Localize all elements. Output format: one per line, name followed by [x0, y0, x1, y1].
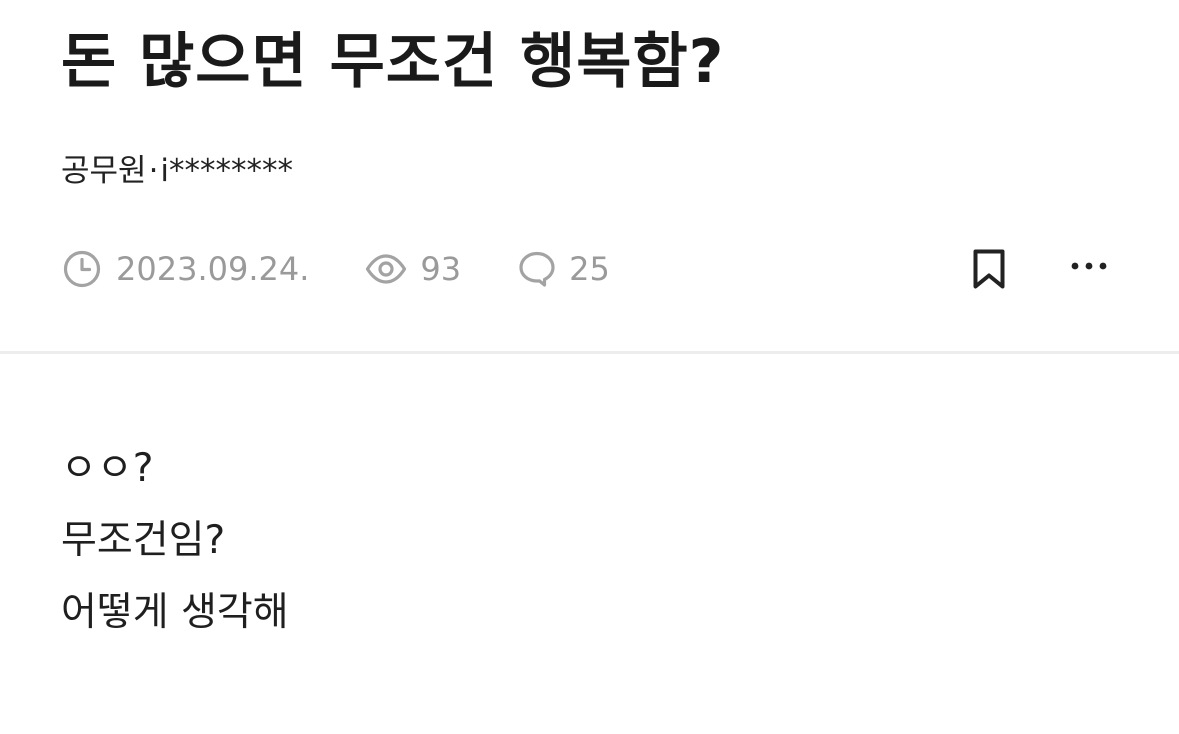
post-views: 93: [365, 250, 461, 288]
content-line: 어떻게 생각해: [61, 590, 289, 635]
post-comments[interactable]: 25: [518, 250, 610, 288]
more-horizontal-icon: [1071, 262, 1107, 270]
content-line: 무조건임?: [61, 518, 226, 563]
section-divider: [0, 351, 1179, 354]
bookmark-button[interactable]: [968, 246, 1010, 292]
author-job: 공무원: [61, 153, 147, 189]
post-views-count: 93: [420, 250, 462, 288]
author-nickname[interactable]: i********: [160, 153, 293, 189]
more-options-button[interactable]: [1066, 248, 1112, 284]
content-line: ㅇㅇ?: [61, 446, 154, 491]
post-content: ㅇㅇ? 무조건임? 어떻게 생각해: [61, 433, 289, 649]
post-comments-count: 25: [569, 250, 610, 288]
bookmark-icon: [973, 249, 1005, 289]
clock-icon: [63, 250, 101, 288]
post-date-text: 2023.09.24.: [116, 250, 310, 288]
author-separator: ·: [148, 153, 159, 189]
post-date: 2023.09.24.: [62, 249, 309, 289]
speech-bubble-icon: [519, 251, 555, 287]
post-title: 돈 많으면 무조건 행복함?: [61, 27, 725, 97]
eye-icon: [366, 254, 407, 284]
post-meta: 2023.09.24. 93 25: [62, 246, 610, 292]
author-info: 공무원·i********: [61, 150, 293, 192]
